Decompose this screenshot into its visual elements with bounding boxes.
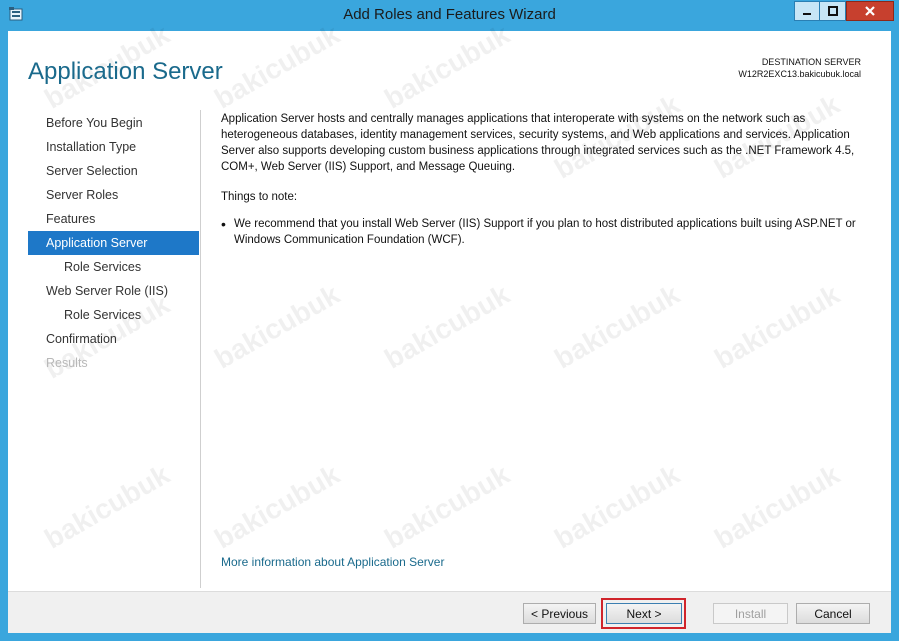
nav-item-features[interactable]: Features xyxy=(28,207,199,231)
minimize-button[interactable] xyxy=(794,1,820,21)
note-text: We recommend that you install Web Server… xyxy=(234,218,856,246)
previous-button[interactable]: < Previous xyxy=(523,603,596,624)
window-title: Add Roles and Features Wizard xyxy=(343,6,556,23)
minimize-icon xyxy=(803,13,811,15)
close-icon xyxy=(865,6,875,16)
watermark: bakicubuk xyxy=(379,18,515,115)
notes-heading: Things to note: xyxy=(221,191,298,203)
watermark: bakicubuk xyxy=(549,278,685,375)
destination-server-label: DESTINATION SERVER xyxy=(761,57,861,67)
watermark: bakicubuk xyxy=(39,458,175,555)
close-button[interactable] xyxy=(846,1,894,21)
main-content: Application Server hosts and centrally m… xyxy=(221,111,871,248)
watermark: bakicubuk xyxy=(209,278,345,375)
maximize-button[interactable] xyxy=(819,1,846,21)
watermark: bakicubuk xyxy=(209,18,345,115)
next-button[interactable]: Next > xyxy=(606,603,682,624)
note-item: • We recommend that you install Web Serv… xyxy=(221,216,871,248)
install-button: Install xyxy=(713,603,788,624)
nav-item-results: Results xyxy=(46,356,88,370)
watermark: bakicubuk xyxy=(209,458,345,555)
watermark: bakicubuk xyxy=(549,458,685,555)
role-description: Application Server hosts and centrally m… xyxy=(221,113,855,173)
bullet-icon: • xyxy=(221,216,226,232)
wizard-footer: < Previous Next > Install Cancel xyxy=(8,591,891,633)
watermark: bakicubuk xyxy=(379,278,515,375)
nav-item-application-server[interactable]: Application Server xyxy=(28,231,199,255)
wizard-steps-nav: Before You Begin Installation Type Serve… xyxy=(28,111,199,375)
more-info-link[interactable]: More information about Application Serve… xyxy=(221,555,444,569)
nav-item-app-server-role-services[interactable]: Role Services xyxy=(28,255,199,279)
watermark: bakicubuk xyxy=(709,458,845,555)
watermark: bakicubuk xyxy=(379,458,515,555)
maximize-icon xyxy=(827,6,838,16)
nav-divider xyxy=(200,110,201,588)
nav-item-before-you-begin[interactable]: Before You Begin xyxy=(28,111,199,135)
destination-server-value: W12R2EXC13.bakicubuk.local xyxy=(738,69,861,79)
wizard-client-area: bakicubuk bakicubuk bakicubuk bakicubuk … xyxy=(8,19,891,633)
nav-item-installation-type[interactable]: Installation Type xyxy=(28,135,199,159)
cancel-button[interactable]: Cancel xyxy=(796,603,870,624)
watermark: bakicubuk xyxy=(709,278,845,375)
nav-item-confirmation[interactable]: Confirmation xyxy=(28,327,199,351)
page-title: Application Server xyxy=(28,58,223,85)
nav-item-server-roles[interactable]: Server Roles xyxy=(28,183,199,207)
wizard-window: Add Roles and Features Wizard bakicubuk … xyxy=(0,0,899,641)
title-bar[interactable]: Add Roles and Features Wizard xyxy=(0,0,899,30)
nav-item-web-server-role-services[interactable]: Role Services xyxy=(28,303,199,327)
nav-item-server-selection[interactable]: Server Selection xyxy=(28,159,199,183)
nav-item-web-server-role[interactable]: Web Server Role (IIS) xyxy=(28,279,199,303)
